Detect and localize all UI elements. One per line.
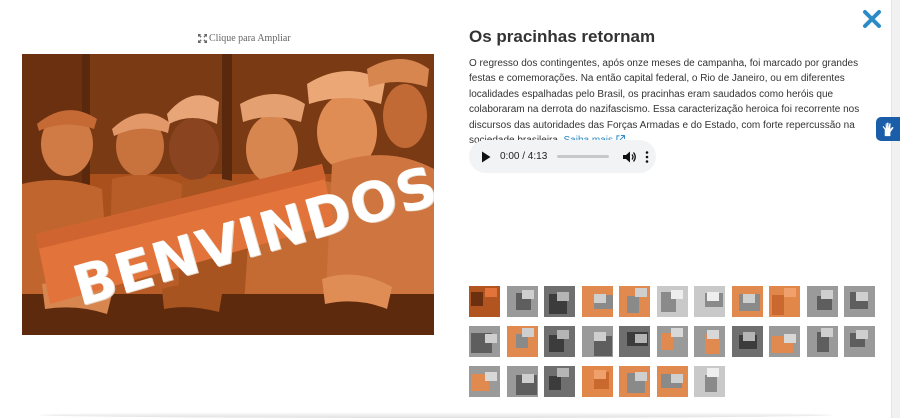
thumbnail-image — [544, 286, 575, 317]
thumbnail-image — [619, 286, 650, 317]
thumbnail-image — [619, 326, 650, 357]
gallery-thumbnail[interactable] — [656, 326, 688, 357]
close-x-icon — [863, 10, 881, 28]
thumbnail-image — [506, 286, 538, 317]
thumbnail-image — [581, 326, 613, 357]
gallery-thumbnail[interactable] — [694, 286, 725, 317]
thumbnail-image — [694, 326, 725, 357]
gallery-thumbnail[interactable] — [619, 366, 650, 397]
gallery-thumbnail[interactable] — [544, 366, 575, 397]
enlarge-label: Clique para Ampliar — [209, 33, 291, 44]
accessibility-button[interactable] — [876, 117, 900, 141]
audio-time-display: 0:00 / 4:13 — [500, 151, 548, 162]
thumbnail-image — [581, 286, 613, 317]
thumbnail-image — [469, 286, 500, 317]
enlarge-button[interactable]: Clique para Ampliar — [198, 33, 291, 44]
gallery-thumbnail[interactable] — [469, 286, 500, 317]
thumbnail-image — [806, 326, 838, 357]
gallery-thumbnail[interactable] — [731, 286, 763, 317]
gallery-thumbnail[interactable] — [806, 326, 838, 357]
audio-player: 0:00 / 4:13 — [469, 140, 656, 173]
audio-seek-bar[interactable] — [557, 155, 610, 158]
gallery-thumbnail[interactable] — [694, 366, 725, 397]
thumbnail-image — [731, 326, 763, 357]
thumbnail-image — [619, 366, 650, 397]
thumbnail-image — [844, 286, 875, 317]
more-options-icon[interactable] — [645, 150, 649, 163]
gallery-thumbnail[interactable] — [581, 366, 613, 397]
gallery-thumbnail[interactable] — [469, 366, 500, 397]
gallery-thumbnail[interactable] — [581, 286, 613, 317]
thumbnail-image — [544, 366, 575, 397]
thumbnail-image — [656, 286, 688, 317]
gallery-thumbnail[interactable] — [619, 286, 650, 317]
gallery-thumbnail[interactable] — [544, 286, 575, 317]
gallery-thumbnail[interactable] — [731, 326, 763, 357]
expand-icon — [198, 34, 207, 43]
gallery-thumbnail[interactable] — [619, 326, 650, 357]
thumbnail-image — [469, 366, 500, 397]
gallery-thumbnail[interactable] — [769, 286, 800, 317]
gallery-thumbnail[interactable] — [844, 286, 875, 317]
play-icon[interactable] — [481, 151, 491, 163]
thumbnail-image — [806, 286, 838, 317]
gallery-thumbnail[interactable] — [656, 286, 688, 317]
thumbnail-image — [656, 366, 688, 397]
description-text: O regresso dos contingentes, após onze m… — [469, 58, 860, 146]
gallery-thumbnail[interactable] — [469, 326, 500, 357]
gallery-thumbnail[interactable] — [506, 286, 538, 317]
gallery-thumbnail[interactable] — [769, 326, 800, 357]
gallery-thumbnail[interactable] — [581, 326, 613, 357]
gallery-thumbnail[interactable] — [506, 366, 538, 397]
modal-scrollbar[interactable] — [891, 0, 900, 418]
thumbnail-image — [506, 366, 538, 397]
thumbnail-image — [694, 366, 725, 397]
thumbnail-image — [844, 326, 875, 357]
close-button[interactable] — [862, 9, 882, 29]
volume-icon[interactable] — [622, 150, 637, 164]
gallery-thumbnail[interactable] — [806, 286, 838, 317]
description: O regresso dos contingentes, após onze m… — [469, 56, 874, 148]
thumbnail-image — [544, 326, 575, 357]
thumbnail-image — [469, 326, 500, 357]
hand-sign-language-icon — [882, 122, 893, 136]
main-photo[interactable]: BENVINDOS — [22, 54, 434, 335]
gallery-thumbnail[interactable] — [656, 366, 688, 397]
gallery-thumbnail[interactable] — [694, 326, 725, 357]
thumbnail-image — [769, 286, 800, 317]
thumbnail-image — [581, 366, 613, 397]
gallery-thumbnail[interactable] — [844, 326, 875, 357]
gallery-thumbnail[interactable] — [506, 326, 538, 357]
thumbnail-image — [731, 286, 763, 317]
thumbnail-image — [694, 286, 725, 317]
image-modal: Clique para Ampliar BENVINDOS Os pracinh… — [0, 0, 892, 418]
modal-bottom-shadow — [40, 412, 832, 418]
thumbnail-image — [506, 326, 538, 357]
gallery-thumbnail[interactable] — [544, 326, 575, 357]
thumbnail-image — [769, 326, 800, 357]
page-title: Os pracinhas retornam — [469, 27, 656, 46]
thumbnail-image — [656, 326, 688, 357]
thumbnail-gallery — [469, 286, 879, 397]
